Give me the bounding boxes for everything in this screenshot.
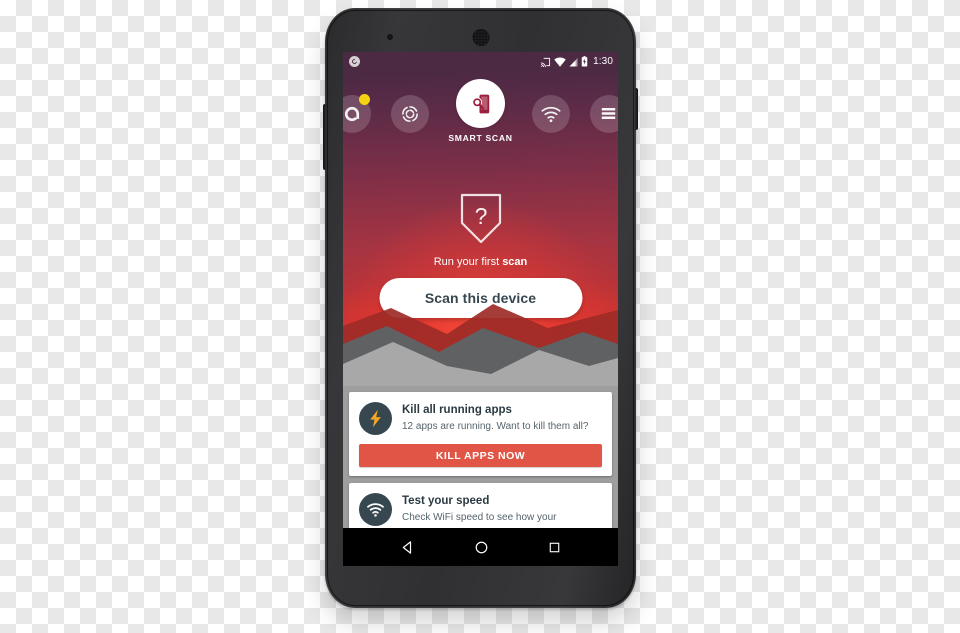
notification-badge — [359, 93, 370, 105]
volume-button[interactable] — [323, 104, 326, 170]
card-icon-wrap — [359, 402, 392, 435]
nav-item-avast-home[interactable] — [343, 93, 371, 133]
card-header: Kill all running apps 12 apps are runnin… — [359, 402, 602, 435]
card-kill-apps[interactable]: Kill all running apps 12 apps are runnin… — [349, 392, 612, 476]
recents-button[interactable] — [548, 541, 561, 554]
avast-logo-icon — [349, 56, 360, 67]
card-title: Test your speed — [402, 495, 490, 507]
back-triangle-icon — [403, 540, 412, 554]
app-top-navigation: SMART SCAN — [343, 79, 618, 143]
cast-icon — [541, 57, 551, 67]
device-scan-icon — [472, 94, 490, 113]
kill-apps-now-button[interactable]: KILL APPS NOW — [359, 444, 602, 467]
status-bar-clock: 1:30 — [593, 56, 613, 67]
mountain-silhouettes — [343, 304, 618, 386]
status-bar-left — [349, 56, 360, 67]
nav-circle — [532, 94, 571, 133]
scan-status-text: Run your first scan — [434, 256, 528, 268]
nav-item-menu[interactable] — [589, 94, 618, 133]
home-button[interactable] — [474, 540, 489, 555]
recents-square-icon — [549, 542, 559, 552]
lightning-bolt-icon — [370, 409, 381, 428]
cleanup-spiral-icon — [401, 105, 418, 122]
nav-circle-active — [455, 79, 505, 128]
shield-question-icon: ? — [460, 193, 501, 244]
nav-circle — [390, 94, 429, 133]
nav-active-label: SMART SCAN — [448, 133, 513, 143]
power-button[interactable] — [635, 88, 638, 130]
card-title: Kill all running apps — [402, 404, 512, 416]
nav-circle — [589, 94, 618, 133]
scan-status-strong: scan — [502, 256, 528, 268]
card-icon-wrap — [359, 493, 392, 526]
earpiece-speaker — [472, 29, 489, 46]
status-bar: 1:30 — [343, 52, 618, 71]
card-description: Check WiFi speed to see how your — [402, 512, 557, 524]
screenshot-stage: 1:30 SMART SCAN ? Run your first scan Sc… — [0, 0, 960, 633]
scan-status-prefix: Run your first — [433, 256, 503, 268]
back-button[interactable] — [400, 540, 415, 555]
card-description: 12 apps are running. Want to kill them a… — [402, 421, 589, 433]
signal-icon — [569, 57, 578, 66]
nav-item-wifi-security[interactable] — [532, 94, 571, 133]
wifi-icon — [367, 503, 384, 517]
hamburger-menu-icon — [602, 107, 616, 120]
phone-screen: 1:30 SMART SCAN ? Run your first scan Sc… — [343, 52, 618, 528]
card-header: Test your speed Check WiFi speed to see … — [359, 493, 602, 526]
home-circle-icon — [475, 541, 488, 553]
android-navigation-bar — [343, 528, 618, 566]
wifi-icon — [554, 57, 566, 67]
scan-status-block: ? Run your first scan — [343, 191, 618, 268]
nav-item-smart-scan[interactable]: SMART SCAN — [448, 79, 513, 143]
svg-text:?: ? — [474, 203, 487, 229]
feature-cards-list: Kill all running apps 12 apps are runnin… — [343, 386, 618, 528]
wifi-icon — [541, 106, 561, 122]
proximity-sensor — [387, 34, 393, 40]
battery-charging-icon — [581, 56, 588, 67]
card-test-speed[interactable]: Test your speed Check WiFi speed to see … — [349, 483, 612, 528]
card-text: Test your speed Check WiFi speed to see … — [402, 493, 557, 524]
hero-section: SMART SCAN ? Run your first scan Scan th… — [343, 71, 618, 386]
status-bar-right: 1:30 — [540, 56, 613, 67]
card-text: Kill all running apps 12 apps are runnin… — [402, 402, 588, 433]
phone-device-frame: 1:30 SMART SCAN ? Run your first scan Sc… — [323, 8, 638, 608]
avast-logo-icon — [344, 106, 360, 121]
nav-item-cleanup[interactable] — [390, 94, 429, 133]
